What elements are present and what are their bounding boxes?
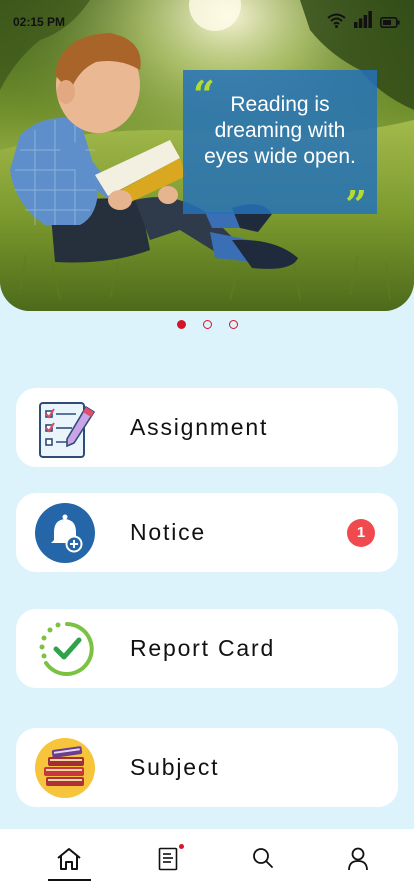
nav-search[interactable] <box>243 847 283 887</box>
carousel-dot-3[interactable] <box>228 320 238 329</box>
quote-text: Reading is dreaming with eyes wide open. <box>204 93 356 168</box>
home-icon <box>57 848 81 870</box>
close-quote-icon: ” <box>345 182 367 227</box>
assignment-card[interactable]: Assignment <box>16 388 398 467</box>
notice-label: Notice <box>130 519 206 545</box>
report-card-check-icon <box>39 622 94 676</box>
assignment-label: Assignment <box>130 414 269 440</box>
report-card-label: Report Card <box>130 635 276 661</box>
notice-badge: 1 <box>347 518 375 547</box>
document-notification-dot <box>179 844 184 849</box>
profile-icon <box>348 847 368 871</box>
carousel-indicator <box>0 320 414 332</box>
battery-icon <box>380 17 400 28</box>
report-card-card[interactable]: Report Card <box>16 609 398 688</box>
status-bar: 02:15 PM <box>0 0 414 40</box>
nav-document[interactable] <box>148 847 188 887</box>
assignment-checklist-icon <box>39 402 96 458</box>
carousel-dot-2[interactable] <box>202 320 212 329</box>
notice-card[interactable]: Notice 1 <box>16 493 398 572</box>
subject-card[interactable]: Subject <box>16 728 398 807</box>
notice-bell-icon <box>35 503 95 563</box>
search-icon <box>253 848 273 868</box>
status-time: 02:15 PM <box>13 15 66 29</box>
nav-profile[interactable] <box>338 847 378 887</box>
quote-card: “ Reading is dreaming with eyes wide ope… <box>183 70 377 224</box>
hero-banner[interactable]: 02:15 PM “ Reading is dreaming with eyes… <box>0 0 414 311</box>
nav-active-indicator <box>48 879 91 881</box>
wifi-icon <box>327 13 346 28</box>
document-icon <box>158 847 178 871</box>
subject-label: Subject <box>130 754 220 780</box>
signal-icon <box>354 11 372 28</box>
bottom-navigation <box>0 829 414 896</box>
carousel-dot-1[interactable] <box>176 320 186 329</box>
nav-home[interactable] <box>49 847 89 887</box>
subject-books-icon <box>35 738 95 798</box>
